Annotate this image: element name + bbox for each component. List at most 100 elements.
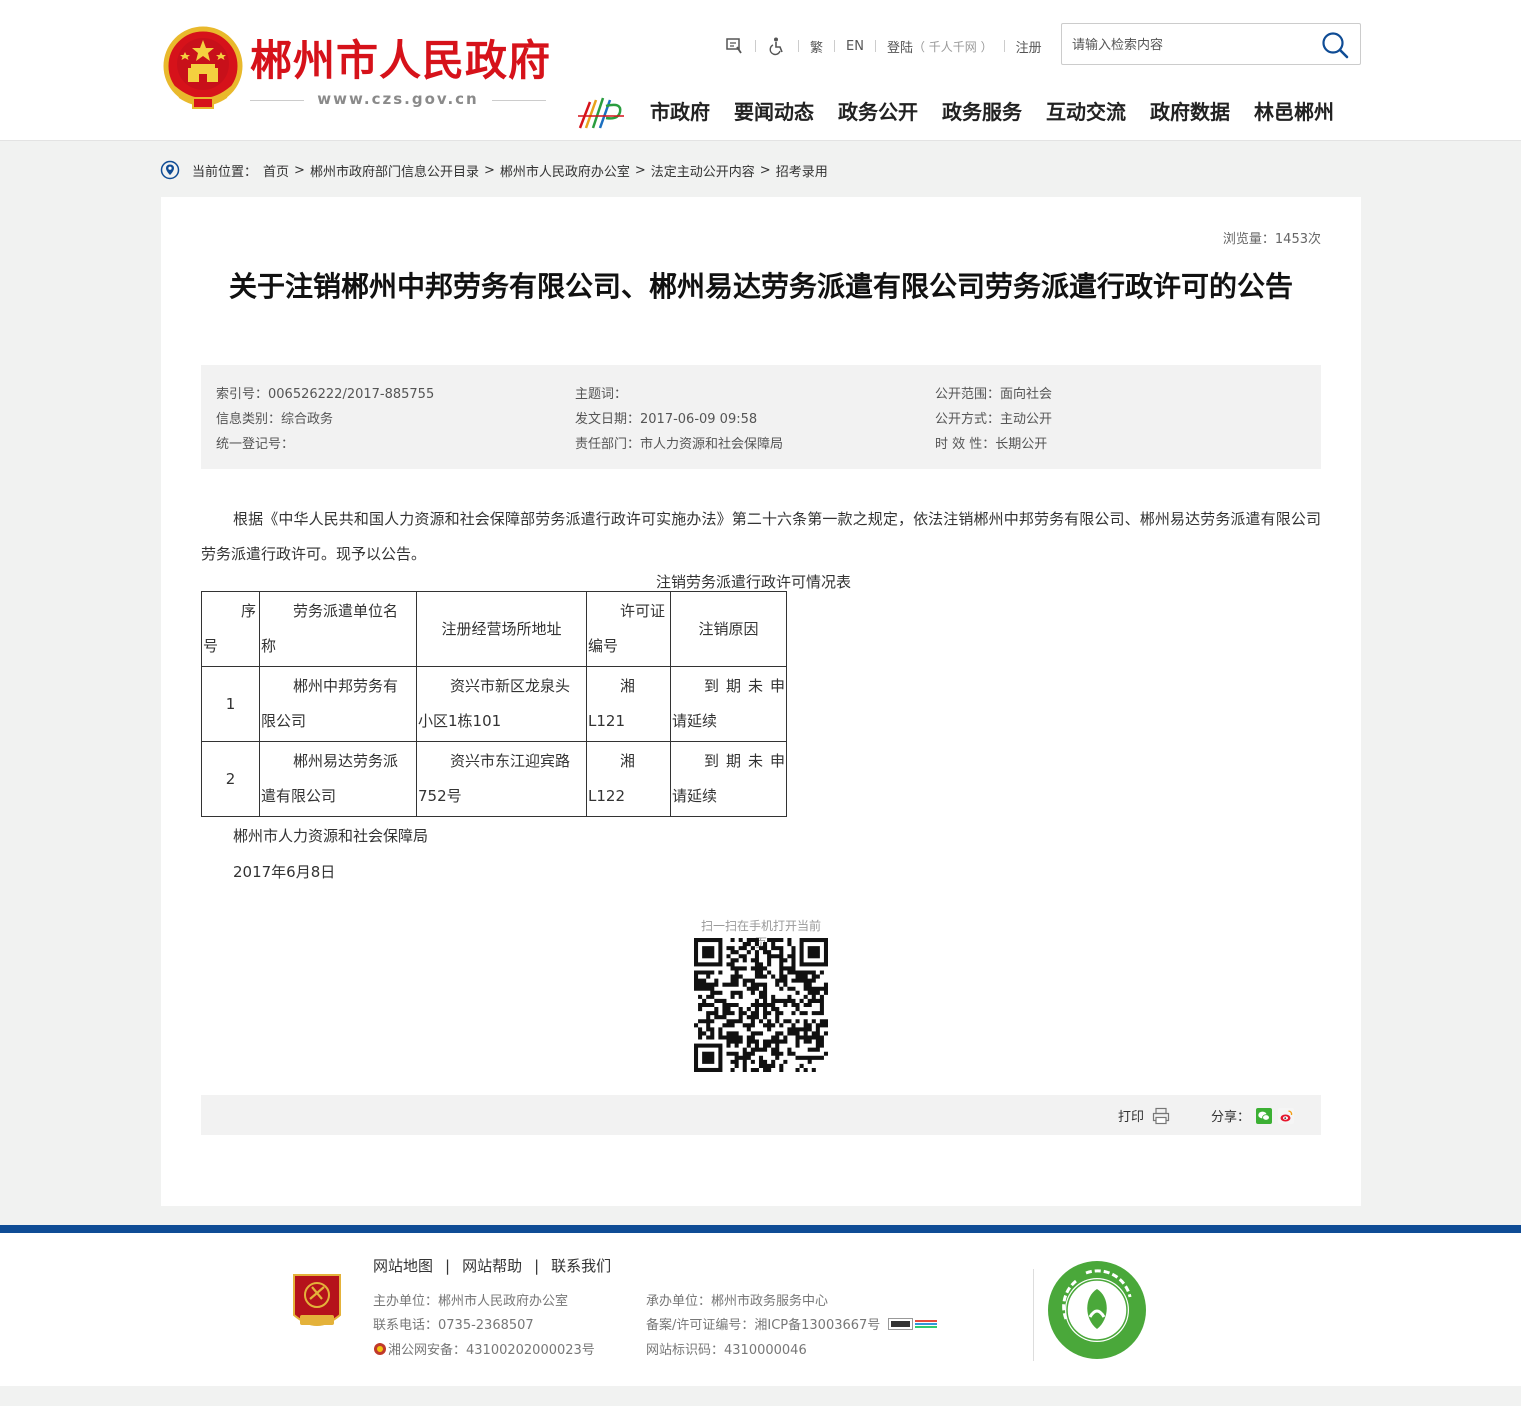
meta-department: 责任部门：市人力资源和社会保障局 <box>575 437 784 452</box>
nav-item-linyi-chenzhou[interactable]: 林邑郴州 <box>1254 96 1334 128</box>
breadcrumb-separator: > <box>483 162 495 178</box>
row-seq: 2 <box>201 741 260 817</box>
meta-reg-no: 统一登记号： <box>216 437 295 452</box>
footer-divider-bar <box>0 1225 1521 1233</box>
traditional-chinese-link[interactable]: 繁 <box>810 37 823 56</box>
footer-link-help[interactable]: 网站帮助 <box>462 1255 522 1276</box>
footer-undertaker: 承办单位：郴州市政务服务中心 <box>646 1294 829 1309</box>
police-badge-icon <box>374 1342 386 1355</box>
separator <box>874 40 876 52</box>
article-body: 根据《中华人民共和国人力资源和社会保障部劳务派遣行政许可实施办法》第二十六条第一… <box>201 510 1321 563</box>
civilized-city-badge-icon[interactable] <box>1046 1259 1148 1361</box>
footer-link-sitemap[interactable]: 网站地图 <box>373 1255 433 1276</box>
meta-category: 信息类别：综合政务 <box>216 412 334 427</box>
table-caption: 注销劳务派遣行政许可情况表 <box>656 573 852 591</box>
footer-phone: 联系电话：0735-2368507 <box>373 1318 534 1333</box>
header-unit-name: 劳务派遣单位名 称 <box>259 591 417 667</box>
footer-link-contact[interactable]: 联系我们 <box>551 1255 611 1276</box>
row-reason: 到期未申 请延续 <box>670 741 787 817</box>
row-license-no: 湘 L121 <box>586 666 671 742</box>
screen-reader-icon[interactable] <box>724 36 744 56</box>
breadcrumb-separator: > <box>294 162 305 178</box>
qr-code-icon <box>694 938 828 1072</box>
separator <box>755 40 756 52</box>
meta-scope: 公开范围：面向社会 <box>935 387 1053 402</box>
row-unit-name: 郴州中邦劳务有 限公司 <box>259 666 417 742</box>
english-link[interactable]: EN <box>846 39 864 54</box>
footer-icp-text[interactable]: 备案/许可证编号：湘ICP备13003667号 <box>646 1314 880 1333</box>
register-link[interactable]: 注册 <box>1016 37 1042 56</box>
table-header-row: 序 号 劳务派遣单位名 称 注册经营场所地址 许可证 编号 注销原因 <box>201 591 787 667</box>
sign-date: 2017年6月8日 <box>233 863 336 881</box>
footer-divider <box>1033 1269 1034 1361</box>
wechat-icon[interactable] <box>1256 1107 1273 1124</box>
site-url: www.czs.gov.cn <box>250 90 546 108</box>
breadcrumb-recruitment[interactable]: 招考录用 <box>776 161 828 180</box>
view-count: 浏览量：1453次 <box>1222 232 1321 247</box>
separator: | <box>534 1256 540 1275</box>
cnzz-badge-icon[interactable] <box>888 1317 938 1330</box>
breadcrumb-separator: > <box>634 162 646 178</box>
print-button[interactable]: 打印 <box>1118 1106 1170 1125</box>
location-pin-icon <box>160 160 180 180</box>
table-row: 1 郴州中邦劳务有 限公司 资兴市新区龙泉头 小区1栋101 湘 L121 到期… <box>201 666 787 742</box>
search-box <box>1061 23 1361 65</box>
header-address: 注册经营场所地址 <box>416 591 587 667</box>
breadcrumb: 当前位置： 首页 > 郴州市政府部门信息公开目录 > 郴州市人民政府办公室 > … <box>160 158 828 182</box>
article-meta: 索引号：006526222/2017-885755 主题词： 公开范围：面向社会… <box>201 365 1321 469</box>
weibo-icon[interactable] <box>1278 1107 1295 1124</box>
nav-logo-icon <box>578 97 624 129</box>
footer-police-text[interactable]: 湘公网安备：43100202000023号 <box>388 1339 595 1358</box>
login-link[interactable]: 登陆 <box>887 37 913 56</box>
nav-item-gov-disclosure[interactable]: 政务公开 <box>838 96 918 128</box>
breadcrumb-home[interactable]: 首页 <box>263 161 289 180</box>
row-reason: 到期未申 请延续 <box>670 666 787 742</box>
footer-site-code: 网站标识码：4310000046 <box>646 1343 807 1358</box>
search-input[interactable] <box>1072 34 1312 56</box>
nav-item-news[interactable]: 要闻动态 <box>734 96 814 128</box>
share-label: 分享： <box>1211 1110 1251 1125</box>
signature: 郴州市人力资源和社会保障局 <box>233 827 429 845</box>
row-address: 资兴市新区龙泉头 小区1栋101 <box>416 666 587 742</box>
footer-police: 湘公网安备：43100202000023号 <box>373 1339 595 1358</box>
row-seq: 1 <box>201 666 260 742</box>
meta-method: 公开方式：主动公开 <box>935 412 1053 427</box>
article-title: 关于注销郴州中邦劳务有限公司、郴州易达劳务派遣有限公司劳务派遣行政许可的公告 <box>228 270 1293 303</box>
breadcrumb-office[interactable]: 郴州市人民政府办公室 <box>500 161 630 180</box>
nav-item-city-government[interactable]: 市政府 <box>650 96 710 128</box>
row-address: 资兴市东江迎宾路 752号 <box>416 741 587 817</box>
accessibility-icon[interactable] <box>767 36 787 56</box>
breadcrumb-statutory[interactable]: 法定主动公开内容 <box>651 161 755 180</box>
meta-validity: 时 效 性：长期公开 <box>935 437 1048 452</box>
share-bar: 分享： <box>1211 1106 1295 1125</box>
breadcrumb-catalog[interactable]: 郴州市政府部门信息公开目录 <box>310 161 479 180</box>
separator <box>798 40 799 52</box>
row-license-no: 湘 L122 <box>586 741 671 817</box>
main-nav: 市政府 要闻动态 政务公开 政务服务 互动交流 政府数据 林邑郴州 <box>650 96 1334 128</box>
breadcrumb-label: 当前位置： <box>192 164 258 180</box>
breadcrumb-separator: > <box>759 162 771 178</box>
top-links: 繁 EN 登陆 （ 千人千网 ） 注册 <box>724 34 1042 58</box>
nav-item-gov-services[interactable]: 政务服务 <box>942 96 1022 128</box>
separator <box>834 40 836 52</box>
site-footer: 网站地图 | 网站帮助 | 联系我们 主办单位：郴州市人民政府办公室 承办单位：… <box>0 1233 1521 1386</box>
meta-date: 发文日期：2017-06-09 09:58 <box>575 412 758 427</box>
site-header: 郴州市人民政府 www.czs.gov.cn 繁 EN 登陆 （ 千人千网 ） … <box>0 0 1521 141</box>
search-icon[interactable] <box>1320 30 1350 60</box>
header-reason: 注销原因 <box>670 591 787 667</box>
header-license-no: 许可证 编号 <box>586 591 671 667</box>
meta-subject: 主题词： <box>575 387 628 402</box>
nav-item-gov-data[interactable]: 政府数据 <box>1150 96 1230 128</box>
party-organ-badge-icon[interactable] <box>290 1271 344 1335</box>
national-emblem-icon[interactable] <box>163 26 243 110</box>
printer-icon <box>1152 1107 1170 1124</box>
article-toolbar: 打印 分享： <box>201 1095 1321 1135</box>
footer-icp: 备案/许可证编号：湘ICP备13003667号 <box>646 1314 938 1333</box>
footer-links: 网站地图 | 网站帮助 | 联系我们 <box>373 1255 611 1276</box>
print-label: 打印 <box>1118 1110 1145 1125</box>
article-container: 浏览量：1453次 关于注销郴州中邦劳务有限公司、郴州易达劳务派遣有限公司劳务派… <box>161 197 1361 1206</box>
site-title: 郴州市人民政府 <box>250 36 552 85</box>
login-note: （ 千人千网 ） <box>912 39 993 54</box>
separator: | <box>445 1256 451 1275</box>
nav-item-interaction[interactable]: 互动交流 <box>1046 96 1126 128</box>
